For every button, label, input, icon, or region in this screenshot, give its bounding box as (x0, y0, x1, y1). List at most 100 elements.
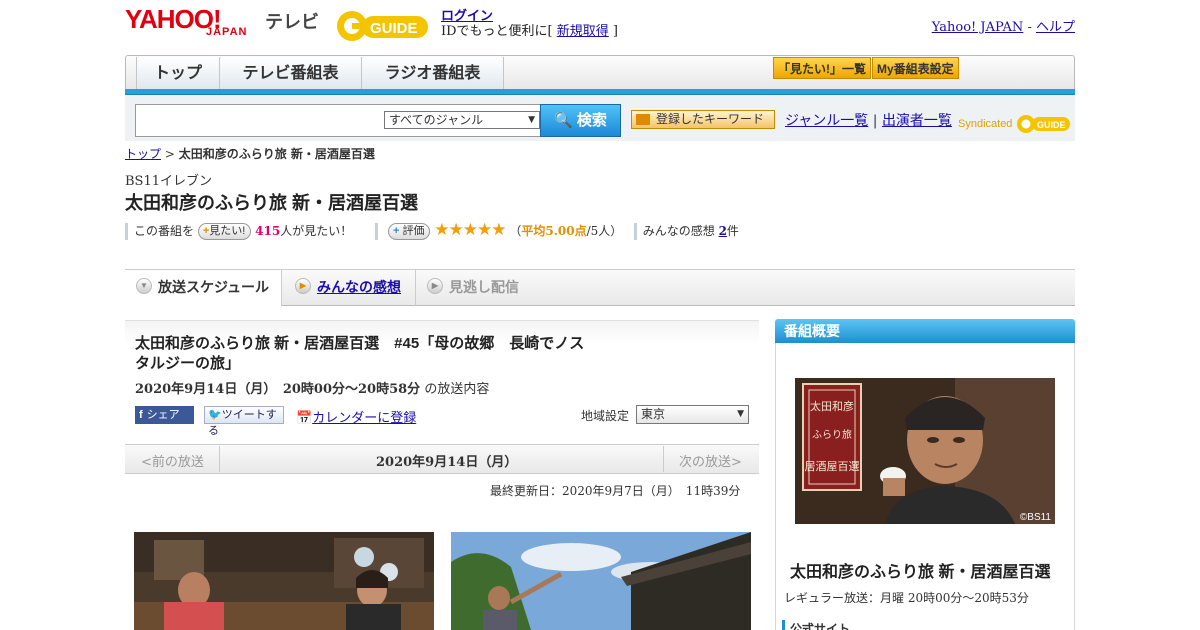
tab-reviews-label[interactable]: みんなの感想 (317, 279, 401, 295)
want-count: 415 (255, 224, 281, 238)
want-button-label: 見たい! (209, 225, 246, 237)
episode-title: 太田和彦のふらり旅 新・居酒屋百選 #45「母の故郷 長崎でノスタルジーの旅」 (135, 335, 585, 372)
plus-icon: + (392, 225, 400, 237)
genre-select[interactable]: すべてのジャンル ▼ (384, 111, 540, 129)
login-message-close: ] (608, 24, 618, 39)
want-list-button[interactable]: 「見たい!」一覧 (773, 57, 871, 79)
genre-select-value: すべてのジャンル (389, 113, 484, 127)
play-icon: ▶ (427, 278, 443, 295)
tab-top[interactable]: トップ (136, 57, 220, 90)
tab-tv-schedule[interactable]: テレビ番組表 (220, 57, 362, 90)
yahoo-japan-link[interactable]: Yahoo! JAPAN (932, 20, 1024, 35)
rating-stars: ★★★★★ (434, 220, 506, 240)
episode-datetime: 2020年9月14日（月） 20時00分～20時58分 の放送内容 (135, 378, 489, 397)
help-link[interactable]: ヘルプ (1036, 20, 1075, 35)
registered-keywords-label: 登録したキーワード (656, 112, 765, 126)
next-broadcast-link[interactable]: 次の放送> (679, 451, 742, 470)
rating-people: /5人 (586, 224, 611, 238)
tab-missed[interactable]: ▶ 見逃し配信 (415, 270, 519, 306)
episode-photo[interactable] (134, 532, 434, 630)
breadcrumb: トップ > 太田和彦のふらり旅 新・居酒屋百選 (125, 145, 375, 162)
main-nav: トップ テレビ番組表 ラジオ番組表 「見たい!」一覧 My番組表設定 (125, 55, 1075, 91)
rate-button[interactable]: + 評価 (387, 223, 431, 240)
share-label: シェア (146, 409, 180, 421)
current-broadcast-date: 2020年9月14日（月） (376, 455, 518, 470)
rating-average: 平均5.00点 (521, 224, 587, 238)
want-button[interactable]: +見たい! (197, 223, 252, 240)
prev-broadcast-link[interactable]: <前の放送 (141, 451, 204, 470)
gguide-logo-text: GUIDE (370, 20, 418, 37)
genre-list-link[interactable]: ジャンル一覧 (785, 113, 868, 129)
signup-link[interactable]: 新規取得 (557, 24, 609, 39)
link-divider: | (872, 113, 878, 129)
performer-list-link[interactable]: 出演者一覧 (882, 113, 952, 129)
program-photo: 太田和彦 ふらり旅 居酒屋百選 ©BS11 (795, 378, 1055, 524)
calendar-link-label[interactable]: カレンダーに登録 (312, 411, 416, 426)
date-nav-divider (219, 446, 220, 472)
rating-open: （ (509, 224, 522, 238)
date-nav-divider (663, 446, 664, 472)
service-name: テレビ (265, 12, 319, 32)
yahoo-japan-logo-text: JAPAN (206, 26, 248, 38)
episode-datetime-value: 2020年9月14日（月） 20時00分～20時58分 (135, 382, 421, 397)
stat-divider (375, 223, 379, 240)
breadcrumb-top-link[interactable]: トップ (125, 147, 161, 161)
region-select-value: 東京 (641, 407, 666, 421)
episode-datetime-suffix: の放送内容 (424, 382, 490, 397)
breadcrumb-current: 太田和彦のふらり旅 新・居酒屋百選 (178, 147, 375, 161)
regular-broadcast: レギュラー放送：月曜 20時00分～20時53分 (784, 591, 1029, 605)
tab-schedule-label: 放送スケジュール (158, 279, 270, 295)
calendar-icon: 📅 (296, 411, 313, 426)
tweet-button[interactable]: 🐦ツイートする (204, 406, 284, 437)
tab-reviews[interactable]: ▶ みんなの感想 (295, 270, 401, 306)
login-message-text: IDでもっと便利に[ (441, 24, 557, 39)
dropdown-arrow-icon: ▼ (737, 409, 744, 419)
tab-missed-label: 見逃し配信 (449, 279, 519, 295)
region-select[interactable]: 東京 ▼ (636, 405, 749, 424)
gguide-small-logo-text: GUIDE (1037, 120, 1066, 130)
syndicated-label: Syndicated GUIDE (958, 113, 1072, 135)
program-subtabs: ▼ 放送スケジュール ▶ みんなの感想 ▶ 見逃し配信 (125, 269, 1075, 306)
stat-divider (125, 223, 128, 240)
gguide-small-logo: GUIDE (1016, 115, 1070, 133)
facebook-share-button[interactable]: f シェア (135, 406, 194, 424)
page-title: 太田和彦のふらり旅 新・居酒屋百選 (125, 193, 418, 213)
registered-keywords-button[interactable]: 登録したキーワード (631, 110, 775, 129)
sidebar-heading: 番組概要 (775, 319, 1075, 343)
dropdown-arrow-icon: ▼ (528, 115, 535, 125)
program-logo-title: 太田和彦 (810, 399, 854, 413)
search-button-label: 検索 (576, 112, 607, 129)
last-updated: 最終更新日：2020年9月7日（月） 11時39分 (490, 484, 741, 498)
breadcrumb-separator: > (161, 147, 179, 161)
reviews-count-link[interactable]: 2 (719, 224, 727, 238)
dropdown-icon (636, 114, 650, 125)
tab-radio-schedule[interactable]: ラジオ番組表 (362, 57, 504, 90)
stat-divider (633, 223, 637, 240)
facebook-icon: f (139, 409, 143, 421)
program-logo-izakaya: 居酒屋百選 (805, 460, 860, 473)
syndicated-text: Syndicated (958, 117, 1013, 130)
reviews-suffix: 件 (726, 224, 739, 238)
channel-name: BS11イレブン (125, 174, 213, 189)
region-label: 地域設定 (581, 409, 630, 423)
my-schedule-button[interactable]: My番組表設定 (872, 57, 959, 79)
login-message: IDでもっと便利に[ 新規取得 ] (441, 20, 618, 39)
official-site-heading: 公式サイト (782, 620, 850, 630)
link-separator: - (1023, 20, 1036, 35)
photo-credit: ©BS11 (1020, 512, 1052, 523)
rate-button-label: 評価 (402, 225, 425, 237)
rating-close: ） (610, 224, 623, 238)
gguide-logo: GUIDE (334, 6, 432, 42)
twitter-bird-icon: 🐦 (208, 409, 222, 421)
search-button[interactable]: 🔍 検索 (540, 104, 621, 137)
search-icon: 🔍 (554, 112, 573, 129)
program-stats: この番組を +見たい! 415人が見たい！ + 評価 ★★★★★ （平均5.00… (125, 220, 739, 240)
program-logo-subtitle: ふらり旅 (812, 428, 852, 441)
episode-photo[interactable] (451, 532, 751, 630)
header-links: Yahoo! JAPAN - ヘルプ (932, 16, 1075, 35)
chevron-down-icon: ▼ (136, 278, 152, 295)
calendar-link[interactable]: 📅カレンダーに登録 (296, 407, 416, 426)
search-links: ジャンル一覧 | 出演者一覧 (785, 110, 952, 130)
sidebar-program-title: 太田和彦のふらり旅 新・居酒屋百選 (790, 564, 1051, 581)
tab-schedule[interactable]: ▼ 放送スケジュール (125, 270, 282, 306)
